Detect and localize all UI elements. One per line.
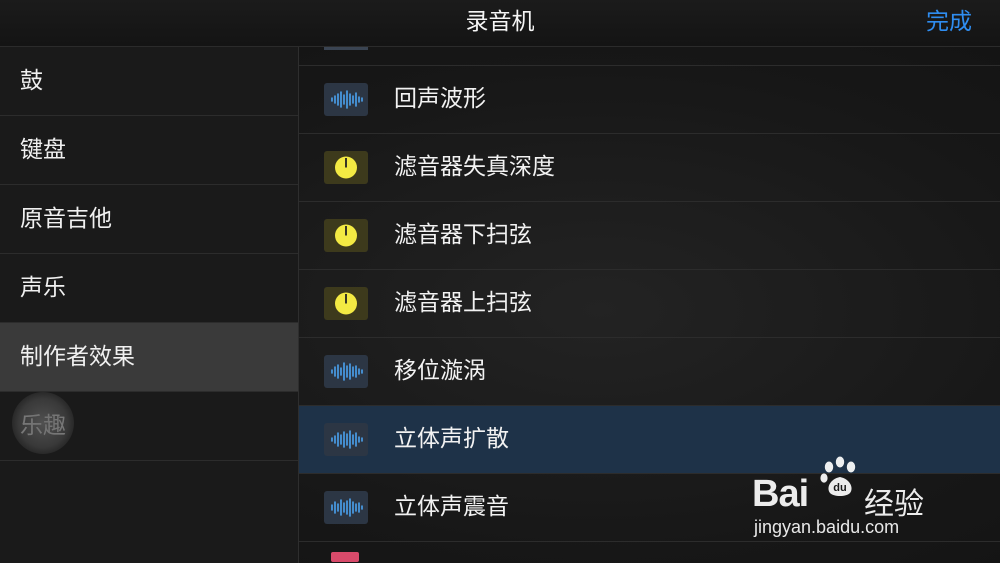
page-title: 录音机	[465, 9, 535, 35]
effect-thumbnail	[324, 47, 368, 50]
sidebar-item-acoustic-guitar[interactable]: 原音吉他	[0, 185, 298, 254]
knob-icon	[324, 219, 368, 252]
sidebar-item-fun[interactable]: 乐趣	[0, 392, 298, 461]
effects-list[interactable]: 回声波形 滤音器失真深度 滤音器下扫弦 滤音器上扫弦 移位漩涡 立体声扩散 立体…	[299, 47, 1000, 563]
done-button[interactable]: 完成	[926, 0, 972, 46]
waveform-icon	[324, 491, 368, 524]
effect-thumbnail	[331, 552, 359, 562]
effect-label: 滤音器下扫弦	[394, 222, 532, 248]
effect-label: 回声波形	[394, 86, 486, 112]
effect-label: 滤音器失真深度	[394, 154, 555, 180]
sidebar-item-label: 制作者效果	[20, 344, 135, 370]
list-item-partial	[299, 47, 1000, 66]
effect-label: 立体声震音	[394, 494, 509, 520]
sidebar-item-label: 乐趣	[20, 413, 66, 439]
list-item[interactable]: 滤音器失真深度	[299, 134, 1000, 202]
sidebar-item-drums[interactable]: 鼓	[0, 47, 298, 116]
sidebar-item-label: 鼓	[20, 68, 43, 94]
knob-icon	[324, 151, 368, 184]
recorder-app: 录音机 完成 鼓 键盘 原音吉他 声乐 制作者效果 乐趣 回声波形 滤音器失真深…	[0, 0, 1000, 563]
navigation-bar: 录音机 完成	[0, 0, 1000, 47]
effect-label: 立体声扩散	[394, 426, 509, 452]
sidebar-item-keyboard[interactable]: 键盘	[0, 116, 298, 185]
waveform-icon	[324, 355, 368, 388]
effect-label: 移位漩涡	[394, 358, 486, 384]
sidebar-item-label: 原音吉他	[20, 206, 112, 232]
sidebar-item-vocals[interactable]: 声乐	[0, 254, 298, 323]
sidebar-item-label: 声乐	[20, 275, 66, 301]
knob-icon	[324, 287, 368, 320]
list-item[interactable]: 立体声震音	[299, 474, 1000, 542]
list-item[interactable]: 滤音器上扫弦	[299, 270, 1000, 338]
category-sidebar: 鼓 键盘 原音吉他 声乐 制作者效果 乐趣	[0, 47, 299, 563]
effect-label: 滤音器上扫弦	[394, 290, 532, 316]
sidebar-item-label: 键盘	[20, 137, 66, 163]
list-item[interactable]: 回声波形	[299, 66, 1000, 134]
sidebar-item-producer-effects[interactable]: 制作者效果	[0, 323, 298, 392]
waveform-icon	[324, 423, 368, 456]
list-item[interactable]: 移位漩涡	[299, 338, 1000, 406]
list-item[interactable]: 滤音器下扫弦	[299, 202, 1000, 270]
waveform-icon	[324, 83, 368, 116]
list-item-selected[interactable]: 立体声扩散	[299, 406, 1000, 474]
list-item-partial	[299, 542, 1000, 563]
